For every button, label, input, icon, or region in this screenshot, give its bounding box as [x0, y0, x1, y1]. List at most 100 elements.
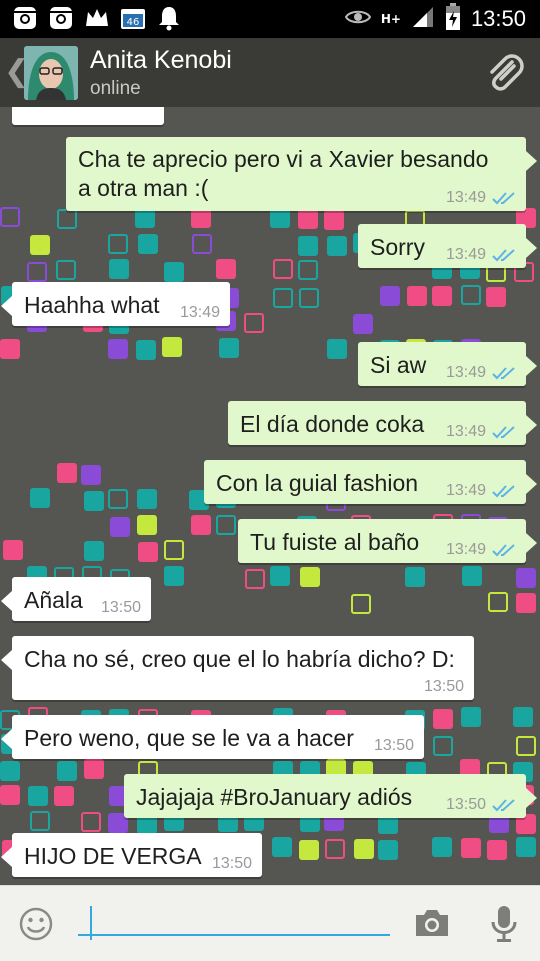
signal-icon	[411, 5, 435, 33]
camera-icon[interactable]	[414, 908, 450, 942]
network-type: H+	[380, 11, 401, 26]
wallpaper-tile	[3, 540, 23, 560]
contact-name[interactable]: Anita Kenobi	[90, 46, 232, 75]
wallpaper-tile	[461, 707, 481, 727]
message-text: Si aw	[370, 352, 427, 378]
wallpaper-tile	[299, 840, 319, 860]
message-text: Jajajaja #BroJanuary adiós	[136, 784, 413, 810]
contact-status: online	[90, 78, 141, 99]
message-bubble-outgoing[interactable]: Si aw 13:49	[358, 342, 537, 386]
message-bubble-incoming[interactable]: Añala 13:50	[1, 577, 151, 621]
status-bar: 46 H+ 13:50	[0, 0, 540, 38]
message-bubble-incoming[interactable]: Pero weno, que se le va a hacer 13:50	[1, 715, 424, 759]
message-meta: 13:49	[179, 304, 220, 321]
bubble-tail	[1, 729, 12, 749]
wallpaper-tile	[432, 286, 452, 306]
svg-text:46: 46	[127, 17, 140, 28]
message-meta: 13:49	[446, 541, 516, 559]
wallpaper-tile	[216, 515, 236, 535]
bubble-tail	[526, 151, 537, 171]
message-bubble-incoming[interactable]: HIJO DE VERGA 13:50	[1, 833, 262, 877]
wallpaper-tile	[0, 761, 20, 781]
avatar[interactable]	[24, 46, 78, 100]
message-text: HIJO DE VERGA	[24, 843, 202, 869]
crown-icon	[84, 5, 110, 31]
message-bubble-outgoing[interactable]: Tu fuiste al baño 13:49	[238, 519, 537, 563]
wallpaper-tile	[273, 259, 293, 279]
wallpaper-tile	[272, 837, 292, 857]
message-text: Con la guial fashion	[216, 470, 419, 496]
wallpaper-tile	[462, 566, 482, 586]
message-bubble-incoming[interactable]: Cha no sé, creo que el lo habría dicho? …	[1, 636, 474, 700]
wallpaper-tile	[513, 707, 533, 727]
double-check-icon	[492, 799, 515, 812]
bubble-tail	[526, 356, 537, 376]
double-check-icon	[492, 544, 515, 557]
message-meta: 13:50	[446, 796, 516, 814]
message-text: Tu fuiste al baño	[250, 529, 420, 555]
message-bubble-outgoing[interactable]: Sorry 13:49	[358, 224, 537, 268]
message-text: Pero weno, que se le va a hacer	[24, 725, 354, 751]
wallpaper-tile	[84, 759, 104, 779]
message-meta: 13:49	[446, 246, 516, 264]
wallpaper-tile	[30, 811, 50, 831]
wallpaper-tile	[354, 839, 374, 859]
instagram-icon	[12, 5, 38, 31]
message-text: Haahha what	[24, 292, 160, 318]
message-bubble-outgoing[interactable]: Con la guial fashion 13:49	[204, 460, 537, 504]
message-bubble-outgoing[interactable]: Cha te aprecio pero vi a Xavier besando a…	[66, 137, 537, 211]
message-meta: 13:49	[446, 189, 516, 207]
message-meta: 13:49	[446, 423, 516, 441]
wallpaper-tile	[138, 542, 158, 562]
wallpaper-tile	[164, 540, 184, 560]
message-meta: 13:50	[423, 678, 464, 695]
notification-icons: 46	[12, 5, 182, 31]
wallpaper-tile	[56, 260, 76, 280]
wallpaper-tile	[0, 785, 20, 805]
wallpaper-tile	[298, 209, 318, 229]
wallpaper-tile	[244, 313, 264, 333]
double-check-icon	[492, 426, 515, 439]
emoji-smiley-icon[interactable]	[18, 906, 54, 946]
clock: 13:50	[470, 6, 526, 31]
chat-area[interactable]: Cha te aprecio pero vi a Xavier besando a…	[0, 107, 540, 885]
wallpaper-tile	[192, 234, 212, 254]
wallpaper-tile	[191, 515, 211, 535]
wallpaper-tile	[351, 594, 371, 614]
message-bubble-outgoing[interactable]: Jajajaja #BroJanuary adiós 13:50	[124, 774, 537, 818]
wallpaper-tile	[378, 840, 398, 860]
attach-paperclip-icon[interactable]	[484, 52, 526, 98]
microphone-icon[interactable]	[490, 904, 518, 948]
wallpaper-tile	[298, 236, 318, 256]
bubble-tail	[526, 415, 537, 435]
wallpaper-tile	[405, 567, 425, 587]
battery-icon	[445, 3, 461, 35]
message-text: El día donde coka	[240, 411, 425, 437]
message-bubble-outgoing[interactable]: El día donde coka 13:49	[228, 401, 537, 445]
message-text: Sorry	[370, 234, 425, 260]
message-bubble-incoming[interactable]: Haahha what 13:49	[1, 282, 230, 326]
system-status: H+ 13:50	[344, 3, 526, 35]
double-check-icon	[492, 249, 515, 262]
message-input[interactable]	[78, 904, 390, 940]
wallpaper-tile	[81, 812, 101, 832]
wallpaper-tile	[300, 567, 320, 587]
double-check-icon	[492, 192, 515, 205]
wallpaper-tile	[432, 837, 452, 857]
wallpaper-tile	[84, 541, 104, 561]
bubble-tail	[526, 238, 537, 258]
wallpaper-tile	[327, 236, 347, 256]
message-meta: 13:50	[211, 855, 252, 872]
wallpaper-tile	[57, 209, 77, 229]
wallpaper-tile	[108, 339, 128, 359]
wallpaper-tile	[353, 314, 373, 334]
wallpaper-tile	[488, 592, 508, 612]
wallpaper-tile	[164, 566, 184, 586]
bubble-tail	[526, 788, 537, 808]
wallpaper-tile	[191, 208, 211, 228]
wallpaper-tile	[433, 736, 453, 756]
wallpaper-tile	[137, 489, 157, 509]
bubble-tail	[526, 533, 537, 553]
text-caret	[90, 906, 92, 940]
calendar-icon: 46	[120, 5, 146, 31]
